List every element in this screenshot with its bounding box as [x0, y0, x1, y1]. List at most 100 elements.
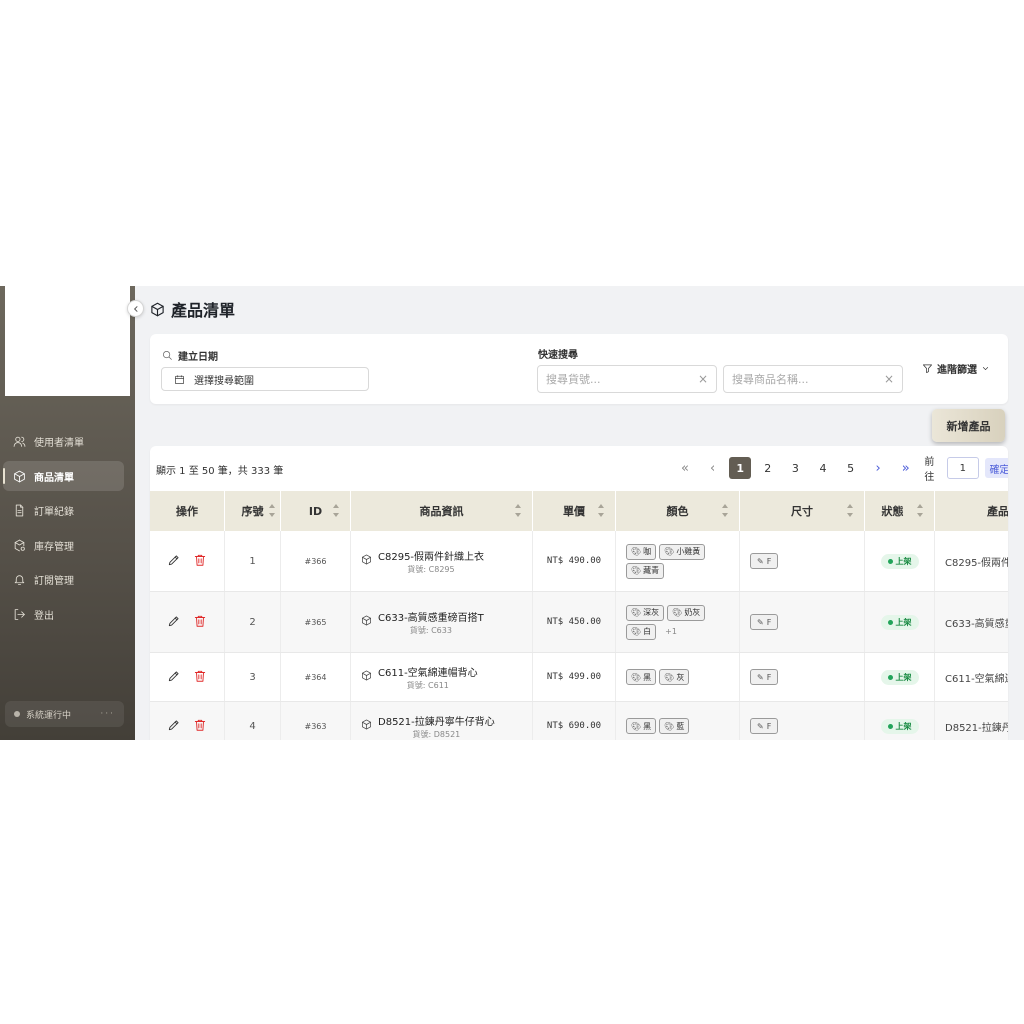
- color-chip: 🎨︎ 灰: [659, 669, 690, 685]
- status-badge: 上架: [880, 553, 919, 569]
- column-header-product-info[interactable]: 商品資訊: [351, 491, 533, 531]
- name-search-box[interactable]: ×: [723, 365, 903, 393]
- edit-icon[interactable]: [167, 718, 181, 735]
- box-icon: [361, 554, 372, 568]
- sku-search-input[interactable]: [546, 372, 698, 386]
- palette-icon: 🎨︎: [664, 721, 675, 731]
- page-button-2[interactable]: 2: [757, 457, 779, 479]
- column-header-label: 序號: [241, 505, 264, 518]
- color-chip: 🎨︎ 咖: [626, 543, 657, 560]
- sidebar-item-logout[interactable]: 登出: [3, 599, 124, 629]
- delete-icon[interactable]: [193, 718, 207, 735]
- system-status: 系統運行中 ···: [5, 701, 124, 727]
- last-page-button[interactable]: »: [895, 457, 917, 479]
- page-button-3[interactable]: 3: [784, 457, 806, 479]
- color-chip: 🎨︎ 黑: [626, 669, 657, 685]
- prev-page-button[interactable]: ‹: [702, 457, 724, 479]
- column-header-sizes[interactable]: 尺寸: [740, 491, 865, 531]
- column-header-label: 操作: [176, 505, 198, 518]
- sidebar-item-products[interactable]: 商品清單: [3, 461, 124, 491]
- product-status-cell: 上架: [865, 531, 935, 591]
- row-actions: [150, 702, 225, 740]
- more-icon[interactable]: ···: [100, 709, 115, 719]
- more-colors-count[interactable]: +1: [665, 627, 677, 636]
- goto-confirm-button[interactable]: 確定: [984, 458, 1008, 478]
- clear-icon[interactable]: ×: [884, 372, 894, 386]
- edit-icon[interactable]: [167, 669, 181, 686]
- table-header: 操作 序號 ID 商品資訊 單價 顏色 尺寸 狀態 產品: [150, 491, 1008, 531]
- delete-icon[interactable]: [193, 553, 207, 570]
- table-row[interactable]: 2 #365 C633-高質感重磅百搭T 貨號: C633 NT$ 450.00…: [150, 592, 1008, 653]
- system-status-text: 系統運行中: [26, 710, 72, 721]
- sort-icon[interactable]: [268, 503, 276, 518]
- table-row[interactable]: 3 #364 C611-空氣綿連帽背心 貨號: C611 NT$ 499.00 …: [150, 653, 1008, 702]
- date-filter-label-text: 建立日期: [178, 352, 218, 363]
- advanced-filter-button[interactable]: 進階篩選: [922, 361, 990, 376]
- collapse-sidebar-button[interactable]: [127, 300, 144, 317]
- column-header-colors[interactable]: 顏色: [616, 491, 740, 531]
- sidebar-item-users[interactable]: 使用者清單: [3, 426, 124, 456]
- sku-search-box[interactable]: ×: [537, 365, 717, 393]
- next-page-button[interactable]: ›: [867, 457, 889, 479]
- column-header-price[interactable]: 單價: [533, 491, 616, 531]
- product-status-cell: 上架: [865, 702, 935, 740]
- product-status-cell: 上架: [865, 592, 935, 652]
- table-row[interactable]: 1 #366 C8295-假兩件針織上衣 貨號: C8295 NT$ 490.0…: [150, 531, 1008, 592]
- goto-page-input[interactable]: [946, 457, 979, 479]
- date-range-picker[interactable]: 選擇搜尋範圍: [161, 367, 369, 391]
- edit-icon[interactable]: [167, 553, 181, 570]
- quick-search-label: 快速搜尋: [538, 346, 578, 361]
- sort-icon[interactable]: [597, 503, 605, 518]
- column-header-label: 顏色: [666, 505, 689, 518]
- column-header-id[interactable]: ID: [281, 491, 351, 531]
- palette-icon: 🎨︎: [664, 672, 675, 682]
- goto-label: 前往: [924, 457, 935, 483]
- date-range-placeholder: 選擇搜尋範圍: [194, 375, 254, 387]
- box-icon: [361, 719, 372, 733]
- ruler-icon: ✎: [757, 721, 764, 731]
- product-sizes: ✎ F: [740, 653, 865, 701]
- product-name: C8295-假兩件針織上衣: [378, 551, 485, 563]
- product-name: C633-高質感重磅百搭T: [378, 612, 484, 624]
- palette-icon: 🎨︎: [631, 672, 642, 682]
- sidebar-item-inventory[interactable]: 庫存管理: [3, 530, 124, 560]
- clear-icon[interactable]: ×: [698, 372, 708, 386]
- product-info: C633-高質感重磅百搭T 貨號: C633: [351, 592, 533, 652]
- delete-icon[interactable]: [193, 669, 207, 686]
- sidebar-item-label: 商品清單: [34, 472, 74, 484]
- product-price: NT$ 490.00: [533, 531, 616, 591]
- edit-icon[interactable]: [167, 614, 181, 631]
- name-search-input[interactable]: [732, 372, 884, 386]
- first-page-button[interactable]: «: [674, 457, 696, 479]
- sidebar-item-subscriptions[interactable]: 訂閱管理: [3, 564, 124, 594]
- sort-icon[interactable]: [846, 503, 854, 518]
- product-colors: 🎨︎ 黑 🎨︎ 灰: [616, 653, 740, 701]
- product-price: NT$ 690.00: [533, 702, 616, 740]
- sort-icon[interactable]: [916, 503, 924, 518]
- sort-icon[interactable]: [332, 503, 340, 518]
- users-icon: [13, 436, 26, 447]
- row-actions: [150, 531, 225, 591]
- sidebar-item-label: 使用者清單: [34, 437, 84, 449]
- page-button-1[interactable]: 1: [729, 457, 752, 479]
- sidebar-item-orders[interactable]: 訂單紀錄: [3, 495, 124, 525]
- calendar-icon: [175, 374, 184, 384]
- box-icon: [14, 470, 25, 482]
- table-row[interactable]: 4 #363 D8521-拉鍊丹寧牛仔背心 貨號: D8521 NT$ 690.…: [150, 702, 1008, 740]
- page-button-4[interactable]: 4: [812, 457, 834, 479]
- product-info: D8521-拉鍊丹寧牛仔背心 貨號: D8521: [351, 702, 533, 740]
- page-button-5[interactable]: 5: [840, 457, 862, 479]
- color-chip-label: 藏青: [643, 566, 660, 575]
- delete-icon[interactable]: [193, 614, 207, 631]
- add-product-button[interactable]: 新增產品: [932, 409, 1005, 442]
- palette-icon: 🎨︎: [631, 608, 642, 617]
- column-header-status[interactable]: 狀態: [865, 491, 935, 531]
- column-header-actions: 操作: [150, 491, 225, 531]
- size-chip: ✎ F: [750, 553, 779, 569]
- document-icon: [15, 504, 24, 516]
- product-sku: 貨號: C611: [406, 680, 449, 690]
- column-header-index[interactable]: 序號: [225, 491, 281, 531]
- sort-icon[interactable]: [721, 503, 729, 518]
- sort-icon[interactable]: [514, 503, 522, 518]
- pagination: « ‹ 1 2 3 4 5 › » 前往 確定: [674, 457, 1008, 483]
